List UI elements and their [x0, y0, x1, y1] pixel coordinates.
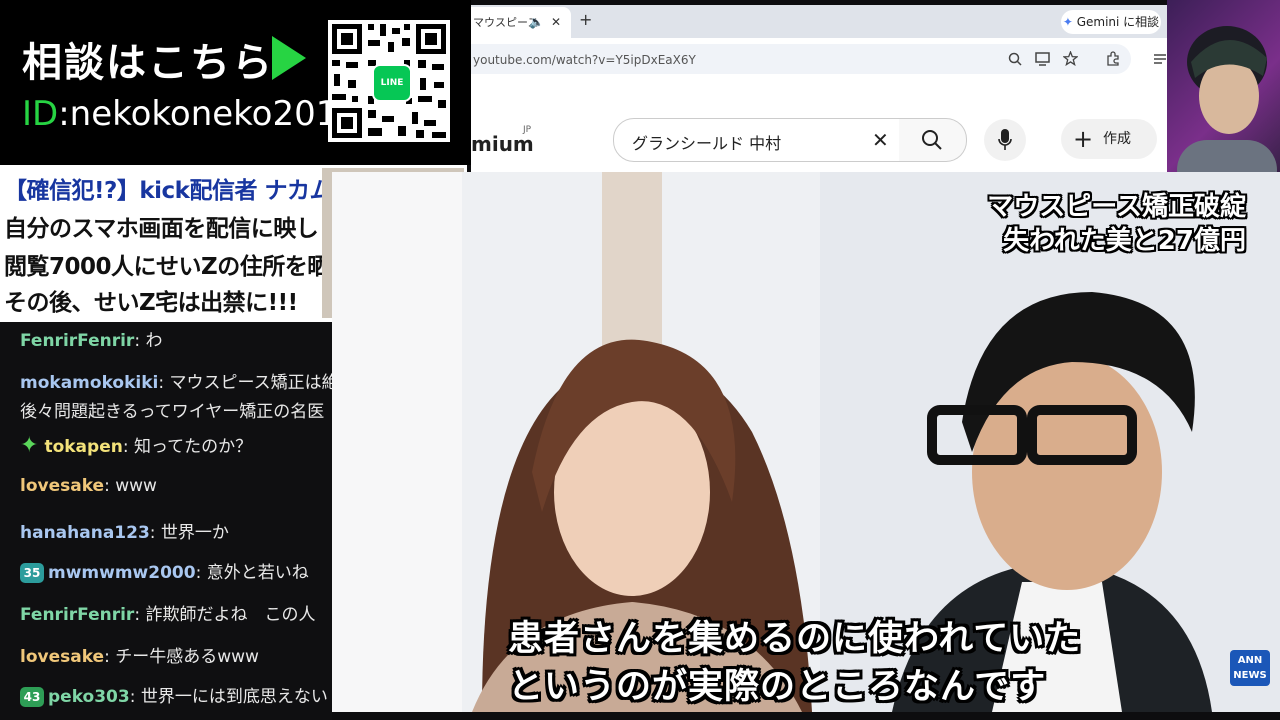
search-icon	[922, 130, 942, 150]
search-input[interactable]: グランシールド 中村 ✕	[613, 118, 900, 162]
chat-username[interactable]: lovesake	[20, 476, 104, 496]
chat-text: : 知ってたのか？	[122, 437, 253, 457]
bookmark-star-icon[interactable]	[1063, 51, 1078, 66]
chat-message: 35 mwmwmw2000: 意外と若いね	[20, 558, 309, 583]
video-player[interactable]: マウスピース矯正破綻 失われた美と27億円 患者さんを集めるのに使われていた と…	[332, 172, 1280, 712]
news-headline-4: その後、せいZ宅は出禁に!!!	[4, 290, 298, 316]
chat-message: ✦ tokapen: 知ってたのか？	[20, 432, 252, 458]
line-id: ID:nekokoneko2018	[22, 94, 359, 134]
chat-username[interactable]: FenrirFenrir	[20, 605, 134, 625]
chat-text-continued: 後々問題起きるってワイヤー矯正の名医	[20, 402, 325, 422]
create-label: 作成	[1103, 131, 1131, 147]
subtitle-line-1: 患者さんを集めるのに使われていた	[508, 619, 1082, 659]
chat-username[interactable]: lovesake	[20, 647, 104, 667]
line-id-value: :nekokoneko2018	[58, 94, 359, 134]
news-headline-1: 【確信犯!?】kick配信者 ナカムラ、	[4, 178, 376, 204]
chat-username[interactable]: tokapen	[44, 437, 122, 457]
chat-username[interactable]: mokamokokiki	[20, 373, 158, 393]
zoom-icon[interactable]	[1008, 52, 1022, 66]
news-headline-3: 閲覧7000人にせいZの住所を晒す	[4, 254, 353, 280]
video-caption-title-2: 失われた美と27億円	[1003, 226, 1246, 256]
live-chat[interactable]: FenrirFenrir: わ mokamokokiki: マウスピース矯正は絶後…	[0, 322, 332, 720]
address-bar-row: youtube.com/watch?v=Y5ipDxEaX6Y	[471, 42, 1167, 78]
sparkle-icon: ✦	[20, 433, 39, 458]
search-button[interactable]	[899, 118, 967, 162]
chat-message: hanahana123: 世界一か	[20, 518, 229, 543]
chat-message: FenrirFenrir: 詐欺師だよね この人	[20, 600, 315, 625]
gemini-label: Gemini に相談	[1076, 15, 1160, 29]
chat-username[interactable]: peko303	[48, 687, 130, 707]
tab-bar: マウスピース 🔈 ✕ + ✦ Gemini に相談	[471, 5, 1167, 38]
chat-text: : 世界一か	[149, 523, 229, 543]
chat-text: : チー牛感あるwww	[104, 647, 259, 667]
url-text: youtube.com/watch?v=Y5ipDxEaX6Y	[473, 53, 696, 67]
line-logo-icon: LINE	[372, 64, 412, 102]
search-value: グランシールド 中村	[632, 134, 782, 153]
ann-news-logo: ANN NEWS	[1230, 650, 1270, 686]
chat-username[interactable]: FenrirFenrir	[20, 331, 134, 351]
address-bar[interactable]: youtube.com/watch?v=Y5ipDxEaX6Y	[471, 44, 1131, 74]
gemini-button[interactable]: ✦ Gemini に相談	[1061, 10, 1161, 34]
chat-message: FenrirFenrir: わ	[20, 326, 162, 351]
chat-message: mokamokokiki: マウスピース矯正は絶後々問題起きるってワイヤー矯正の…	[20, 368, 332, 422]
chat-message: 43 peko303: 世界一には到底思えない	[20, 682, 328, 707]
tab-close-icon[interactable]: ✕	[551, 7, 561, 38]
ann-logo-bottom: NEWS	[1233, 670, 1267, 681]
chat-text: : www	[104, 476, 157, 496]
streamer-webcam	[1167, 0, 1280, 196]
youtube-header: mium JP グランシールド 中村 ✕ + 作成	[471, 105, 1167, 170]
line-id-prefix: ID	[22, 94, 59, 134]
chat-text: : 詐欺師だよね この人	[134, 605, 316, 625]
chat-text: : 意外と若いね	[195, 563, 309, 583]
chat-message: lovesake: www	[20, 476, 157, 496]
chat-text: : わ	[134, 331, 163, 351]
chat-message: lovesake: チー牛感あるwww	[20, 642, 259, 667]
chat-text: : マウスピース矯正は絶	[158, 373, 332, 393]
consult-banner: 相談はこちら ID:nekokoneko2018 LINE	[0, 0, 471, 165]
play-arrow-icon	[272, 36, 306, 80]
chat-username[interactable]: hanahana123	[20, 523, 150, 543]
ann-logo-top: ANN	[1237, 655, 1263, 666]
cast-icon[interactable]	[1035, 52, 1050, 66]
subscriber-badge-icon: 35	[20, 563, 44, 583]
clear-search-icon[interactable]: ✕	[872, 128, 889, 152]
youtube-region: JP	[523, 125, 532, 135]
menu-icon[interactable]	[1153, 53, 1167, 65]
plus-icon: +	[1073, 125, 1094, 153]
youtube-logo[interactable]: mium	[471, 132, 534, 156]
news-headline-2: 自分のスマホ画面を配信に映し	[4, 216, 319, 242]
chat-text: : 世界一には到底思えない	[129, 687, 328, 707]
chat-username[interactable]: mwmwmw2000	[48, 563, 196, 583]
banner-title: 相談はこちら	[22, 40, 274, 86]
mic-icon	[998, 129, 1012, 150]
subscriber-badge-icon: 43	[20, 687, 44, 707]
video-caption-title-1: マウスピース矯正破綻	[987, 192, 1246, 222]
active-tab[interactable]: マウスピース 🔈 ✕	[471, 7, 571, 38]
gemini-sparkle-icon: ✦	[1062, 15, 1073, 29]
subtitle-line-2: というのが実際のところなんです	[508, 667, 1047, 707]
speaker-icon: 🔈	[529, 15, 544, 29]
voice-search-button[interactable]	[984, 119, 1026, 161]
create-button[interactable]: + 作成	[1061, 119, 1157, 159]
extensions-icon[interactable]	[1106, 51, 1121, 66]
browser-window: マウスピース 🔈 ✕ + ✦ Gemini に相談 youtube.com/wa…	[471, 5, 1167, 172]
new-tab-button[interactable]: +	[579, 10, 592, 29]
